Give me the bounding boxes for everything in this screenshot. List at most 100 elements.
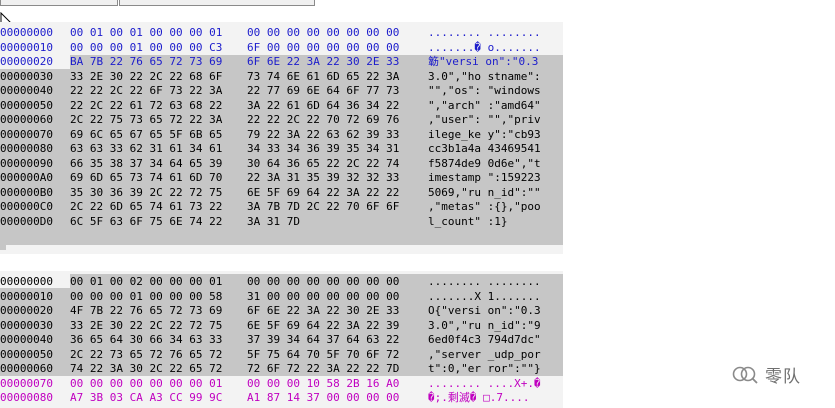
hex-row[interactable]: 000000D0 6C 5F 63 6F 75 6E 74 22 3A 31 7D l… — [0, 215, 563, 229]
hex-bytes-high: 6E 5F 69 64 22 3A 22 22 — [247, 185, 400, 199]
address-cell: 000000A0 — [0, 171, 53, 184]
address-cell: 000000C0 — [0, 200, 53, 213]
hex-bytes-high: 31 00 00 00 00 00 00 00 — [247, 289, 400, 303]
hex-bytes-low: 2C 22 6D 65 74 61 73 22 — [70, 200, 223, 213]
hex-bytes-high: 00 00 00 00 00 00 00 00 — [247, 26, 400, 39]
hex-bytes-high: 34 33 34 36 39 35 34 31 — [247, 142, 400, 155]
address-cell: 00000030 — [0, 318, 53, 332]
ascii-cell: ,"metas" :{},"poo — [428, 200, 541, 213]
hex-bytes-low: 6C 5F 63 6F 75 6E 74 22 — [70, 214, 223, 228]
hex-bytes-low: 00 01 00 01 00 00 00 01 — [70, 26, 223, 39]
address-cell: 00000060 — [0, 113, 53, 126]
ascii-cell: ........ ....X+.� — [428, 376, 541, 390]
ascii-cell: t":0,"er ror":""} — [428, 362, 541, 375]
hex-bytes-low: 00 00 00 01 00 00 00 C3 — [70, 40, 223, 54]
hex-bytes-low: BA 7B 22 76 65 72 73 69 — [70, 55, 223, 68]
hex-row[interactable]: 00000000 00 01 00 01 00 00 00 01 00 00 00 … — [0, 26, 563, 40]
address-cell: 00000000 — [0, 26, 53, 39]
address-cell: 00000070 — [0, 127, 53, 141]
ascii-cell: f5874de9 0d6e","t — [428, 156, 541, 170]
hex-row[interactable]: 00000010 00 00 00 01 00 00 00 C3 6F 00 00 … — [0, 41, 563, 55]
hex-bytes-low: 22 22 2C 22 6F 73 22 3A — [70, 84, 223, 97]
address-cell: 00000060 — [0, 362, 53, 375]
hex-row[interactable]: 00000070 69 6C 65 67 65 5F 6B 65 79 22 3A … — [0, 128, 563, 142]
hex-row[interactable]: 00000060 2C 22 75 73 65 72 22 3A 22 22 2C … — [0, 113, 563, 127]
hex-bytes-low: 74 22 3A 30 2C 22 65 72 — [70, 362, 223, 375]
hex-row[interactable]: 00000030 33 2E 30 22 2C 22 68 6F 73 74 6E … — [0, 70, 563, 84]
ascii-cell: 3.0","ho stname": — [428, 69, 541, 83]
ascii-cell: ,"user": "","priv — [428, 113, 541, 126]
hex-row[interactable]: 00000010 00 00 00 01 00 00 00 58 31 00 00 … — [0, 290, 563, 304]
hex-bytes-high: A1 87 14 37 00 00 00 00 — [247, 391, 400, 404]
address-cell: 00000050 — [0, 347, 53, 361]
hex-row[interactable]: 00000080 63 63 33 62 31 61 34 61 34 33 34 … — [0, 142, 563, 156]
address-cell: 000000D0 — [0, 214, 53, 228]
address-cell: 00000080 — [0, 142, 53, 155]
hex-bytes-high: 6F 6E 22 3A 22 30 2E 33 — [247, 304, 400, 317]
window-toolbar — [0, 0, 316, 7]
hex-bytes-high: 6F 6E 22 3A 22 30 2E 33 — [247, 55, 400, 68]
hex-bytes-low: A7 3B 03 CA A3 CC 99 9C — [70, 391, 223, 404]
hex-row[interactable]: 00000050 22 2C 22 61 72 63 68 22 3A 22 61 … — [0, 99, 563, 113]
address-cell: 00000070 — [0, 376, 53, 390]
hex-bytes-low: 2C 22 73 65 72 76 65 72 — [70, 347, 223, 361]
hex-row[interactable]: 00000000 00 01 00 02 00 00 00 01 00 00 00 … — [0, 275, 563, 289]
ascii-cell: ........ ........ — [428, 26, 541, 39]
ascii-cell: 3.0","ru n_id":"9 — [428, 318, 541, 332]
address-cell: 00000010 — [0, 289, 53, 303]
ascii-cell: .......� o....... — [428, 40, 541, 54]
ascii-cell: ........ ........ — [428, 275, 541, 288]
hex-row[interactable]: 00000050 2C 22 73 65 72 76 65 72 5F 75 64 … — [0, 348, 563, 362]
hex-row[interactable]: 00000080 A7 3B 03 CA A3 CC 99 9C A1 87 14 … — [0, 391, 563, 405]
hex-row[interactable]: 000000A0 69 6D 65 73 74 61 6D 70 22 3A 31 … — [0, 171, 563, 185]
hex-bytes-low: 36 65 64 30 66 34 63 33 — [70, 333, 223, 346]
address-cell: 00000040 — [0, 84, 53, 97]
hex-row[interactable]: 000000C0 2C 22 6D 65 74 61 73 22 3A 7B 7D … — [0, 200, 563, 214]
address-cell: 00000030 — [0, 69, 53, 83]
hex-bytes-low: 33 2E 30 22 2C 22 72 75 — [70, 318, 223, 332]
hex-bytes-high: 22 22 2C 22 70 72 69 76 — [247, 113, 400, 126]
address-cell: 00000020 — [0, 55, 53, 68]
ascii-cell: .......X 1....... — [428, 289, 541, 303]
hex-row[interactable]: 00000040 36 65 64 30 66 34 63 33 37 39 34 … — [0, 333, 563, 347]
ascii-cell: ilege_ke y":"cb93 — [428, 127, 541, 141]
hex-bytes-high: 3A 22 61 6D 64 36 34 22 — [247, 98, 400, 112]
address-cell: 00000010 — [0, 40, 53, 54]
hex-row[interactable]: 000000B0 35 30 36 39 2C 22 72 75 6E 5F 69 … — [0, 186, 563, 200]
ascii-cell: ","arch" :"amd64" — [428, 98, 541, 112]
ascii-cell: "","os": "windows — [428, 84, 541, 97]
ascii-cell: cc3b1a4a 43469541 — [428, 142, 541, 155]
address-cell: 00000000 — [0, 275, 53, 288]
hex-bytes-low: 2C 22 75 73 65 72 22 3A — [70, 113, 223, 126]
ascii-cell: l_count" :1} — [428, 214, 508, 228]
address-cell: 00000080 — [0, 391, 53, 404]
hex-bytes-high: 37 39 34 64 37 64 63 22 — [247, 333, 400, 346]
watermark-text: 零队 — [765, 367, 801, 387]
hex-bytes-low: 35 30 36 39 2C 22 72 75 — [70, 185, 223, 199]
hex-bytes-high: 79 22 3A 22 63 62 39 33 — [247, 127, 400, 141]
hex-row[interactable]: 00000020 4F 7B 22 76 65 72 73 69 6F 6E 22 … — [0, 304, 563, 318]
hex-bytes-high: 3A 7B 7D 2C 22 70 6F 6F — [247, 200, 400, 213]
hex-row[interactable]: 00000070 00 00 00 00 00 00 00 01 00 00 00 … — [0, 377, 563, 391]
hex-bytes-low: 00 00 00 00 00 00 00 01 — [70, 376, 223, 390]
address-cell: 00000040 — [0, 333, 53, 346]
ascii-cell: 簕"versi on":"0.3 — [428, 55, 539, 68]
selection-highlight — [0, 233, 6, 250]
hex-row[interactable]: 00000060 74 22 3A 30 2C 22 65 72 72 6F 72 … — [0, 362, 563, 376]
toolbar-segment[interactable] — [119, 0, 315, 6]
hex-row[interactable]: 00000020 BA 7B 22 76 65 72 73 69 6F 6E 22 … — [0, 55, 563, 69]
hex-bytes-high: 6F 00 00 00 00 00 00 00 — [247, 40, 400, 54]
address-cell: 00000050 — [0, 98, 53, 112]
hex-bytes-high: 6E 5F 69 64 22 3A 22 39 — [247, 318, 400, 332]
hex-row[interactable]: 00000040 22 22 2C 22 6F 73 22 3A 22 77 69 … — [0, 84, 563, 98]
hex-bytes-high: 00 00 00 00 00 00 00 00 — [247, 275, 400, 288]
hex-bytes-low: 00 01 00 02 00 00 00 01 — [70, 275, 223, 288]
hex-row[interactable]: 00000030 33 2E 30 22 2C 22 72 75 6E 5F 69 … — [0, 319, 563, 333]
hex-bytes-high: 72 6F 72 22 3A 22 22 7D — [247, 362, 400, 375]
address-cell: 00000020 — [0, 304, 53, 317]
address-cell: 000000B0 — [0, 185, 53, 199]
hex-bytes-low: 69 6D 65 73 74 61 6D 70 — [70, 171, 223, 184]
toolbar-segment[interactable] — [0, 0, 118, 6]
hex-row[interactable]: 00000090 66 35 38 37 34 64 65 39 30 64 36 … — [0, 157, 563, 171]
hex-bytes-low: 00 00 00 01 00 00 00 58 — [70, 289, 223, 303]
